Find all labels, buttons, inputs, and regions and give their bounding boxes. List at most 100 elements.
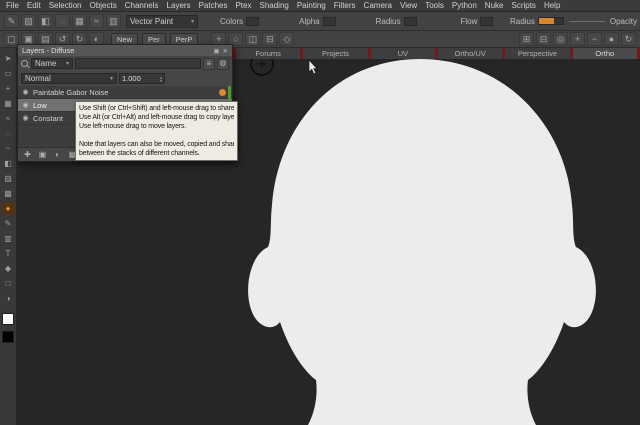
reset-view-icon[interactable]: ↻	[621, 32, 636, 46]
mask-tool[interactable]: ◑	[2, 292, 15, 305]
wireframe-toggle-icon[interactable]: ⊟	[536, 32, 551, 46]
tooltip-line: Use Shift (or Ctrl+Shift) and left-mouse…	[79, 104, 234, 113]
paint-through-tool[interactable]: ▩	[2, 187, 15, 200]
vector-paint-tool[interactable]: ✎	[2, 217, 15, 230]
eyedropper-tool[interactable]: ◆	[2, 262, 15, 275]
opacity-slider[interactable]	[569, 21, 605, 22]
menu-item[interactable]: Painting	[293, 0, 330, 11]
menu-item[interactable]: Patches	[195, 0, 232, 11]
blend-mode-select[interactable]: Normal ▾	[21, 73, 117, 84]
paint-mode-value: Vector Paint	[130, 17, 173, 26]
menu-item[interactable]: Python	[448, 0, 481, 11]
flow-label: Flow	[461, 17, 478, 26]
paint-tool[interactable]: ●	[2, 202, 15, 215]
clone-icon[interactable]: ▦	[72, 14, 87, 28]
layer-row[interactable]: ◉ Paintable Gabor Noise	[18, 86, 232, 99]
transform-tool[interactable]: +	[2, 82, 15, 95]
chevron-down-icon: ▾	[61, 60, 69, 67]
viewport-tab[interactable]: UV	[368, 48, 435, 59]
towpaint-icon[interactable]: ≈	[89, 14, 104, 28]
radius-slider[interactable]	[538, 17, 564, 25]
add-layer-icon[interactable]: ✚	[22, 149, 33, 160]
paint-through-icon[interactable]: ◧	[38, 14, 53, 28]
chevron-down-icon: ▾	[186, 18, 194, 25]
layer-cached-icon	[219, 89, 226, 96]
mirror-v-icon[interactable]: ⊟	[262, 32, 277, 46]
background-color-swatch[interactable]	[2, 331, 14, 343]
radius-label: Radius	[376, 17, 401, 26]
slerp-tool[interactable]: ≈	[2, 112, 15, 125]
menu-item[interactable]: Filters	[330, 0, 360, 11]
menu-item[interactable]: Ptex	[231, 0, 255, 11]
add-folder-icon[interactable]: ▣	[37, 149, 48, 160]
viewport-tab[interactable]: Projects	[300, 48, 367, 59]
menu-item[interactable]: File	[2, 0, 23, 11]
foreground-color-swatch[interactable]	[2, 313, 14, 325]
viewport-tab[interactable]: Forums	[233, 48, 300, 59]
filter-mode-select[interactable]: Name ▾	[31, 58, 73, 69]
clone-stamp-tool[interactable]: ◧	[2, 157, 15, 170]
tooltip-line: Note that layers can also be moved, copi…	[79, 140, 234, 149]
close-panel-icon[interactable]: ✕	[223, 47, 228, 55]
spinner-arrows-icon[interactable]: ▴▾	[160, 76, 162, 82]
zoom-out-icon[interactable]: −	[587, 32, 602, 46]
paint-brush-icon[interactable]: ✎	[4, 14, 19, 28]
eraser-icon[interactable]: ▨	[21, 14, 36, 28]
zoom-in-icon[interactable]: +	[570, 32, 585, 46]
layer-amount-field[interactable]: 1.000 ▴▾	[119, 73, 165, 84]
menu-item[interactable]: Tools	[421, 0, 448, 11]
viewport-tab[interactable]: Ortho	[570, 48, 637, 59]
grid-toggle-icon[interactable]: ⊞	[519, 32, 534, 46]
layer-visibility-icon[interactable]: ◉	[21, 101, 30, 109]
smear-tool[interactable]: ~	[2, 142, 15, 155]
menu-item[interactable]: Help	[540, 0, 564, 11]
marquee-select-tool[interactable]: ▭	[2, 67, 15, 80]
tool-list: ➤ ▭ + ▦ ≈ ◌ ~ ◧ ▨ ▩ ● ✎ ▥ T ◆ □ ◑	[2, 52, 15, 307]
colors-swatch[interactable]	[246, 17, 259, 26]
filter-options-icon[interactable]: ≡	[203, 58, 215, 70]
layer-amount-value: 1.000	[122, 74, 141, 83]
layers-panel-title: Layers - Diffuse	[22, 46, 74, 55]
gear-icon[interactable]: ⚙	[217, 58, 229, 70]
menu-item[interactable]: Shading	[255, 0, 292, 11]
mirror-h-icon[interactable]: ◫	[245, 32, 260, 46]
eraser-tool[interactable]: ▨	[2, 172, 15, 185]
menu-item[interactable]: Nuke	[481, 0, 508, 11]
layer-visibility-icon[interactable]: ◉	[21, 88, 30, 96]
menu-item[interactable]: Edit	[23, 0, 45, 11]
alpha-widget[interactable]	[323, 17, 336, 26]
add-adjustment-icon[interactable]: ◐	[52, 149, 63, 160]
menu-item[interactable]: Objects	[86, 0, 121, 11]
menu-item[interactable]: Layers	[163, 0, 195, 11]
undock-panel-icon[interactable]: ▣	[213, 47, 219, 55]
focus-icon[interactable]: ◎	[553, 32, 568, 46]
layer-visibility-icon[interactable]: ◉	[21, 114, 30, 122]
menubar: FileEditSelectionObjectsChannelsLayersPa…	[0, 0, 640, 12]
menu-item[interactable]: View	[396, 0, 421, 11]
layer-search-input[interactable]	[75, 58, 201, 69]
paint-mode-select[interactable]: Vector Paint ▾	[126, 15, 198, 28]
pan-icon[interactable]: ●	[604, 32, 619, 46]
menu-item[interactable]: Scripts	[507, 0, 539, 11]
blend-row: Normal ▾ 1.000 ▴▾	[18, 71, 232, 86]
menu-item[interactable]: Selection	[45, 0, 86, 11]
paint-toolbar: ✎▨◧◌▦≈▥ Vector Paint ▾ Colors Alpha Radi…	[0, 12, 640, 31]
menu-item[interactable]: Camera	[360, 0, 396, 11]
warp-tool[interactable]: ▦	[2, 97, 15, 110]
gradient-tool[interactable]: ▥	[2, 232, 15, 245]
viewport-tab[interactable]: Ortho/UV	[435, 48, 502, 59]
pointer-tool[interactable]: ➤	[2, 52, 15, 65]
text-tool[interactable]: T	[2, 247, 15, 260]
layers-panel-titlebar[interactable]: Layers - Diffuse ▣ ✕	[18, 45, 232, 56]
blur-tool[interactable]: ◌	[2, 127, 15, 140]
radius-widget[interactable]	[404, 17, 417, 26]
filter-mode-value: Name	[35, 59, 56, 68]
pixel-select-tool[interactable]: □	[2, 277, 15, 290]
flow-widget[interactable]	[480, 17, 493, 26]
viewport-tab[interactable]: Perspective	[502, 48, 569, 59]
menu-item[interactable]: Channels	[121, 0, 163, 11]
gradient-icon[interactable]: ▥	[106, 14, 121, 28]
blur-icon[interactable]: ◌	[55, 14, 70, 28]
snap-icon[interactable]: ◇	[279, 32, 294, 46]
tooltip-line: Use left-mouse drag to move layers.	[79, 122, 234, 131]
